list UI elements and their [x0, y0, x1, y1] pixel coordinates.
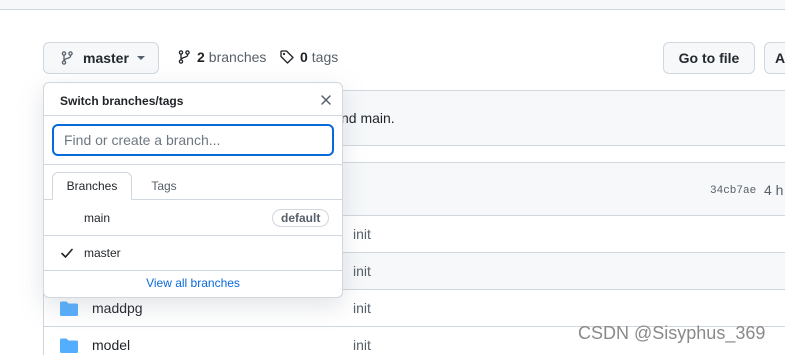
tab-branches[interactable]: Branches	[52, 172, 132, 200]
tab-tags[interactable]: Tags	[136, 172, 192, 200]
branches-link[interactable]: 2 branches	[176, 49, 266, 65]
branch-item-master[interactable]: master	[44, 235, 342, 270]
default-badge: default	[272, 209, 330, 227]
commit-message[interactable]: init	[353, 263, 371, 279]
branches-count: 2	[197, 49, 205, 65]
branch-select-button[interactable]: master	[43, 42, 159, 74]
file-name[interactable]: model	[92, 337, 130, 353]
caret-down-icon	[136, 56, 145, 60]
tags-label: tags	[311, 49, 339, 65]
tags-link[interactable]: 0 tags	[279, 49, 338, 65]
view-all-branches-link[interactable]: View all branches	[44, 276, 342, 290]
commit-message[interactable]: init	[353, 300, 371, 316]
divider	[44, 115, 342, 116]
commit-message[interactable]: init	[353, 226, 371, 242]
branch-dropdown: Switch branches/tags Branches Tags main …	[43, 82, 343, 298]
top-strip	[0, 0, 785, 10]
tag-icon	[280, 50, 294, 64]
branch-name: main	[84, 210, 111, 225]
git-branch-icon	[178, 50, 190, 64]
close-icon[interactable]	[318, 92, 334, 108]
commit-hash[interactable]: 34cb7ae	[710, 185, 756, 197]
watermark: CSDN @Sisyphus_369	[578, 323, 766, 343]
branch-item-main[interactable]: main default	[44, 200, 342, 235]
branch-name: master	[84, 245, 121, 260]
go-to-file-button[interactable]: Go to file	[663, 42, 755, 74]
branch-select-label: master	[83, 50, 129, 66]
dropdown-title: Switch branches/tags	[60, 94, 184, 108]
commit-message[interactable]: init	[353, 337, 371, 353]
branch-search-input[interactable]	[52, 124, 334, 156]
divider	[44, 270, 342, 271]
tags-count: 0	[300, 49, 308, 65]
folder-icon	[60, 301, 78, 316]
add-file-button[interactable]: A	[764, 42, 785, 74]
file-name[interactable]: maddpg	[92, 300, 143, 316]
divider	[44, 164, 342, 165]
notice-text: nd main.	[341, 110, 395, 126]
commit-time: 4 h	[764, 182, 784, 198]
git-branch-icon	[61, 51, 73, 65]
folder-icon	[60, 338, 78, 353]
branches-label: branches	[208, 49, 267, 65]
check-icon	[61, 248, 73, 258]
